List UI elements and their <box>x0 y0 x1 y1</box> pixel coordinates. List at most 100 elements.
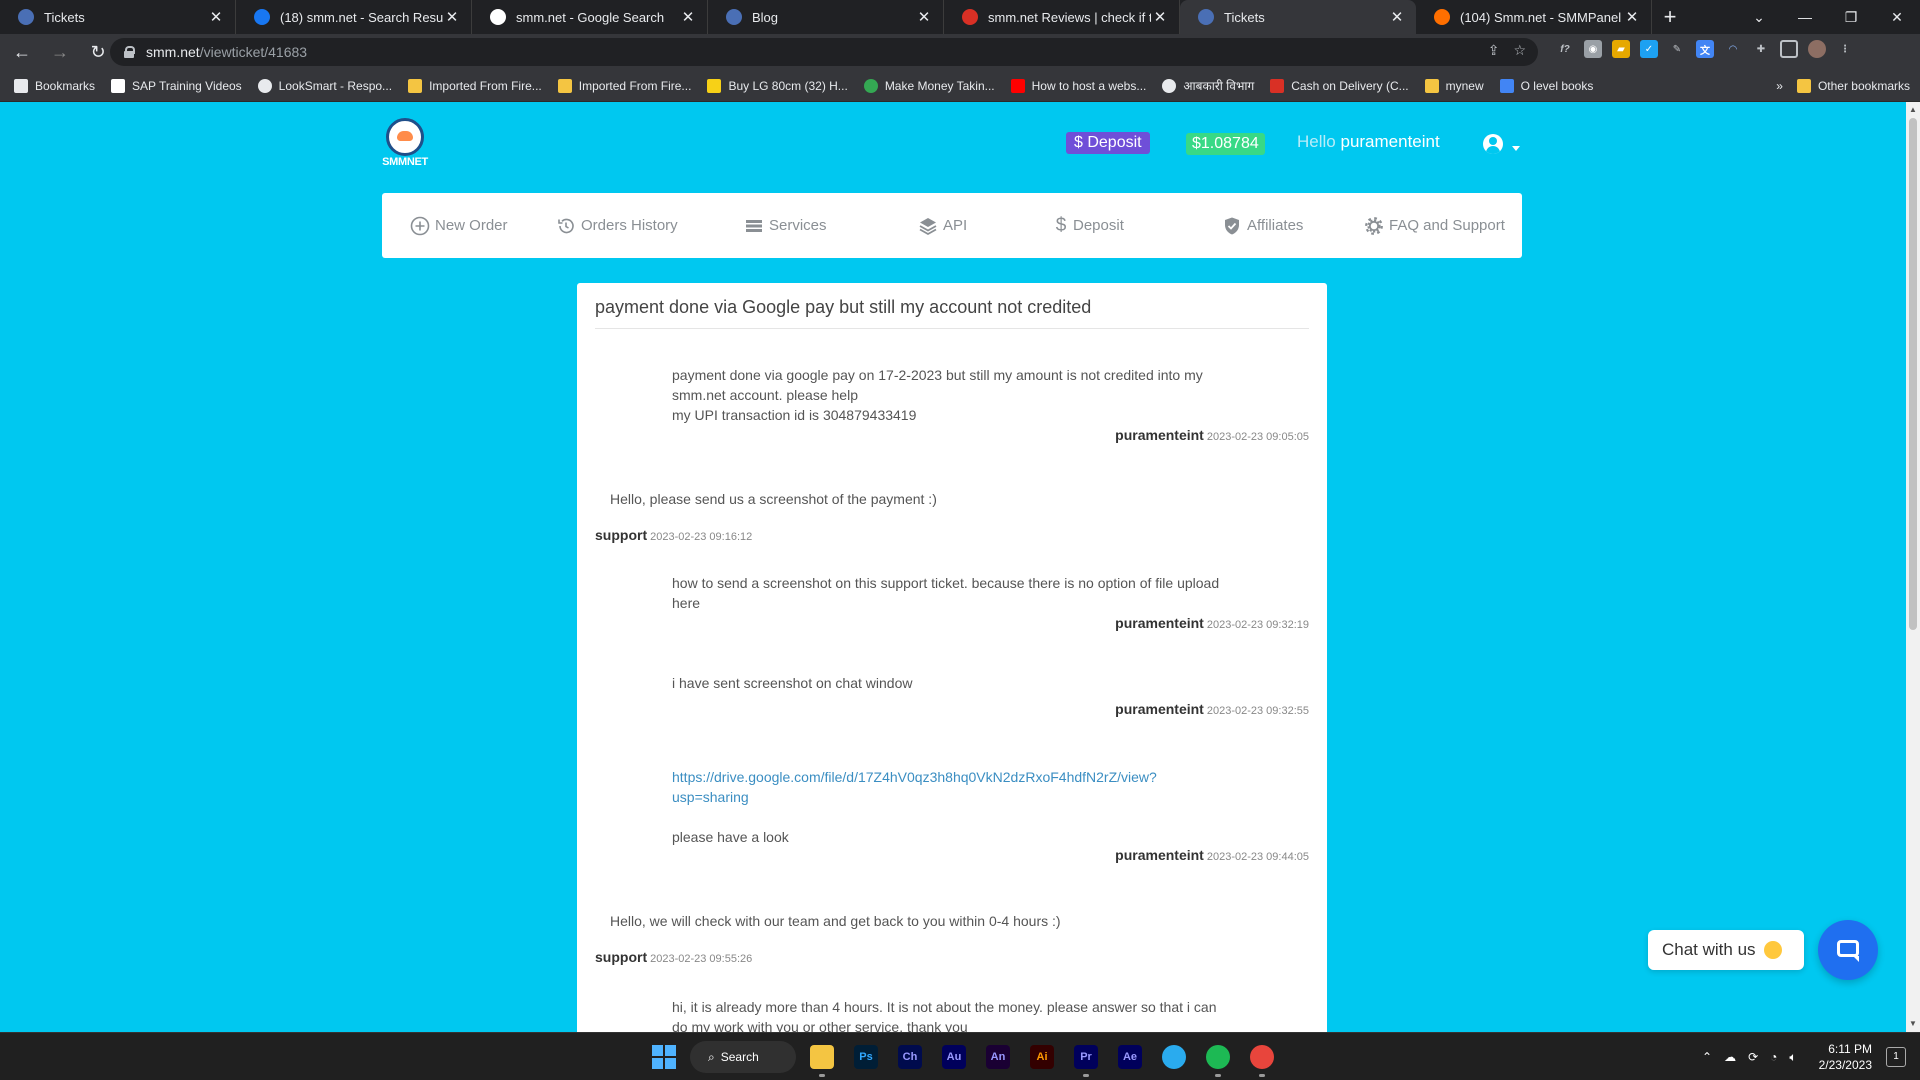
bookmark-item[interactable]: LookSmart - Respo... <box>257 77 392 94</box>
chat-open-button[interactable] <box>1818 920 1878 980</box>
bookmark-item[interactable]: Cash on Delivery (C... <box>1270 77 1409 94</box>
bookmark-item[interactable]: Imported From Fire... <box>408 77 542 94</box>
cloud-off-icon[interactable]: ☁ <box>1724 1050 1736 1065</box>
bookmark-item[interactable]: आबकारी विभाग <box>1162 77 1254 94</box>
character-animator-icon[interactable]: Ch <box>898 1045 922 1069</box>
taskbar-search[interactable]: ⌕ Search <box>690 1041 796 1073</box>
start-button[interactable] <box>652 1045 676 1069</box>
nav-new-order[interactable]: New Order <box>410 193 508 258</box>
tab-close-icon[interactable]: ✕ <box>679 8 697 26</box>
new-tab-button[interactable]: + <box>1652 0 1688 34</box>
chevron-up-icon[interactable]: ⌃ <box>1702 1050 1712 1065</box>
tab-title: Tickets <box>44 9 85 25</box>
page-scrollbar[interactable]: ▲ ▼ <box>1906 102 1920 1032</box>
telegram-icon[interactable] <box>1162 1045 1186 1069</box>
extensions-puzzle-icon[interactable]: ✚ <box>1752 40 1770 58</box>
browser-tab[interactable]: smm.net - Google Search ✕ <box>472 0 708 34</box>
back-button[interactable]: ← <box>6 36 38 68</box>
share-icon[interactable]: ⇪ <box>1488 42 1500 59</box>
bookmark-item[interactable]: Bookmarks <box>14 77 95 94</box>
address-bar[interactable]: smm.net/viewticket/41683 ⇪ ☆ <box>110 38 1538 66</box>
chrome-icon[interactable] <box>1250 1045 1274 1077</box>
browser-tab-bar: Tickets✕(18) smm.net - Search Results | … <box>0 0 1920 34</box>
tab-search-icon[interactable]: ⌄ <box>1736 0 1782 34</box>
bookmark-item[interactable]: mynew <box>1424 77 1484 94</box>
twitter-extension-icon[interactable]: ✓ <box>1640 40 1658 58</box>
pen-extension-icon[interactable]: ✎ <box>1668 40 1686 58</box>
chat-with-us-pill[interactable]: Chat with us <box>1648 930 1804 970</box>
tab-close-icon[interactable]: ✕ <box>1388 8 1406 26</box>
message-author: support <box>595 527 648 543</box>
restore-button[interactable]: ❐ <box>1828 0 1874 34</box>
nav-api-label: API <box>943 217 968 234</box>
file-explorer-icon[interactable] <box>810 1045 834 1077</box>
message-time: 2023-02-23 09:32:55 <box>1206 705 1309 717</box>
sync-icon[interactable]: ⟳ <box>1748 1050 1758 1065</box>
nav-faq-support-label: FAQ and Support <box>1389 217 1505 234</box>
volume-icon[interactable]: 🔈︎ <box>1789 1050 1796 1065</box>
tab-close-icon[interactable]: ✕ <box>443 8 461 26</box>
scroll-up-arrow-icon[interactable]: ▲ <box>1909 105 1917 115</box>
after-effects-icon[interactable]: Ae <box>1118 1045 1142 1069</box>
other-bookmarks-folder[interactable]: Other bookmarks <box>1796 79 1910 93</box>
browser-menu-icon[interactable]: ⋮ <box>1836 40 1854 58</box>
photoshop-icon[interactable]: Ps <box>854 1045 878 1069</box>
bookmark-item[interactable]: Imported From Fire... <box>557 77 691 94</box>
browser-tab[interactable]: Blog ✕ <box>708 0 944 34</box>
bookmark-item[interactable]: Buy LG 80cm (32) H... <box>707 77 848 94</box>
tab-close-icon[interactable]: ✕ <box>1623 8 1641 26</box>
forward-button[interactable]: → <box>44 36 76 68</box>
nav-affiliates-label: Affiliates <box>1247 217 1304 234</box>
bookmark-item[interactable]: How to host a webs... <box>1010 77 1146 94</box>
premiere-icon[interactable]: Pr <box>1074 1045 1098 1077</box>
site-logo[interactable]: SMMNET <box>380 118 430 172</box>
notification-badge[interactable]: 1 <box>1886 1047 1906 1067</box>
camera-extension-icon[interactable]: ◉ <box>1584 40 1602 58</box>
greeting: Hello puramenteint <box>1297 132 1440 152</box>
tab-close-icon[interactable]: ✕ <box>915 8 933 26</box>
system-clock[interactable]: 6:11 PM 2/23/2023 <box>1819 1041 1872 1073</box>
scrollbar-thumb[interactable] <box>1909 118 1917 630</box>
account-circle-icon[interactable] <box>1483 134 1503 154</box>
tab-favicon-icon <box>1434 9 1450 25</box>
spotify-icon[interactable] <box>1206 1045 1230 1077</box>
taskbar-center: ⌕ Search Ps Ch Au An Ai Pr Ae <box>652 1039 1274 1077</box>
account-dropdown-caret-icon[interactable] <box>1512 146 1520 151</box>
browser-tab[interactable]: (104) Smm.net - SMMPanel - Bu✕ <box>1416 0 1652 34</box>
animate-icon[interactable]: An <box>986 1045 1010 1069</box>
audition-icon[interactable]: Au <box>942 1045 966 1069</box>
browser-tab[interactable]: Tickets ✕ <box>1180 0 1416 34</box>
omnibox-actions: ⇪ ☆ <box>1488 42 1526 59</box>
formula-extension-icon[interactable]: f? <box>1556 40 1574 58</box>
wifi-icon[interactable]: ◔ <box>1770 1050 1777 1065</box>
nav-services[interactable]: Services <box>744 193 827 258</box>
nav-orders-history[interactable]: Orders History <box>556 193 678 258</box>
nav-affiliates[interactable]: Affiliates <box>1222 193 1303 258</box>
illustrator-icon[interactable]: Ai <box>1030 1045 1054 1069</box>
minimize-button[interactable]: — <box>1782 0 1828 34</box>
bookmark-item[interactable]: Make Money Takin... <box>863 77 995 94</box>
side-panel-icon[interactable] <box>1780 40 1798 58</box>
browser-tab[interactable]: Tickets ✕ <box>0 0 236 34</box>
profile-avatar-icon[interactable] <box>1808 40 1826 58</box>
bookmark-star-icon[interactable]: ☆ <box>1513 42 1526 59</box>
more-bookmarks-button[interactable]: » <box>1776 79 1783 93</box>
flipkart-icon <box>707 78 722 93</box>
tab-close-icon[interactable]: ✕ <box>1151 8 1169 26</box>
bookmark-item[interactable]: SAP Training Videos <box>111 77 242 94</box>
bookmark-item[interactable]: O level books <box>1499 77 1593 94</box>
nav-faq-support[interactable]: FAQ and Support <box>1364 193 1505 258</box>
drive-link[interactable]: https://drive.google.com/file/d/17Z4hV0q… <box>672 767 1292 807</box>
browser-tab[interactable]: (18) smm.net - Search Results | F✕ <box>236 0 472 34</box>
scroll-down-arrow-icon[interactable]: ▼ <box>1909 1019 1917 1029</box>
translate-extension-icon[interactable]: 文 <box>1696 40 1714 58</box>
nav-api[interactable]: API <box>918 193 967 258</box>
tab-close-icon[interactable]: ✕ <box>207 8 225 26</box>
message-time: 2023-02-23 09:32:19 <box>1206 619 1309 631</box>
ribbon-extension-icon[interactable]: ▰ <box>1612 40 1630 58</box>
vpn-extension-icon[interactable]: ◠ <box>1724 40 1742 58</box>
close-window-button[interactable]: ✕ <box>1874 0 1920 34</box>
nav-deposit[interactable]: $ Deposit <box>1054 193 1124 258</box>
browser-tab[interactable]: smm.net Reviews | check if the s✕ <box>944 0 1180 34</box>
deposit-badge-button[interactable]: $ Deposit <box>1066 132 1150 154</box>
